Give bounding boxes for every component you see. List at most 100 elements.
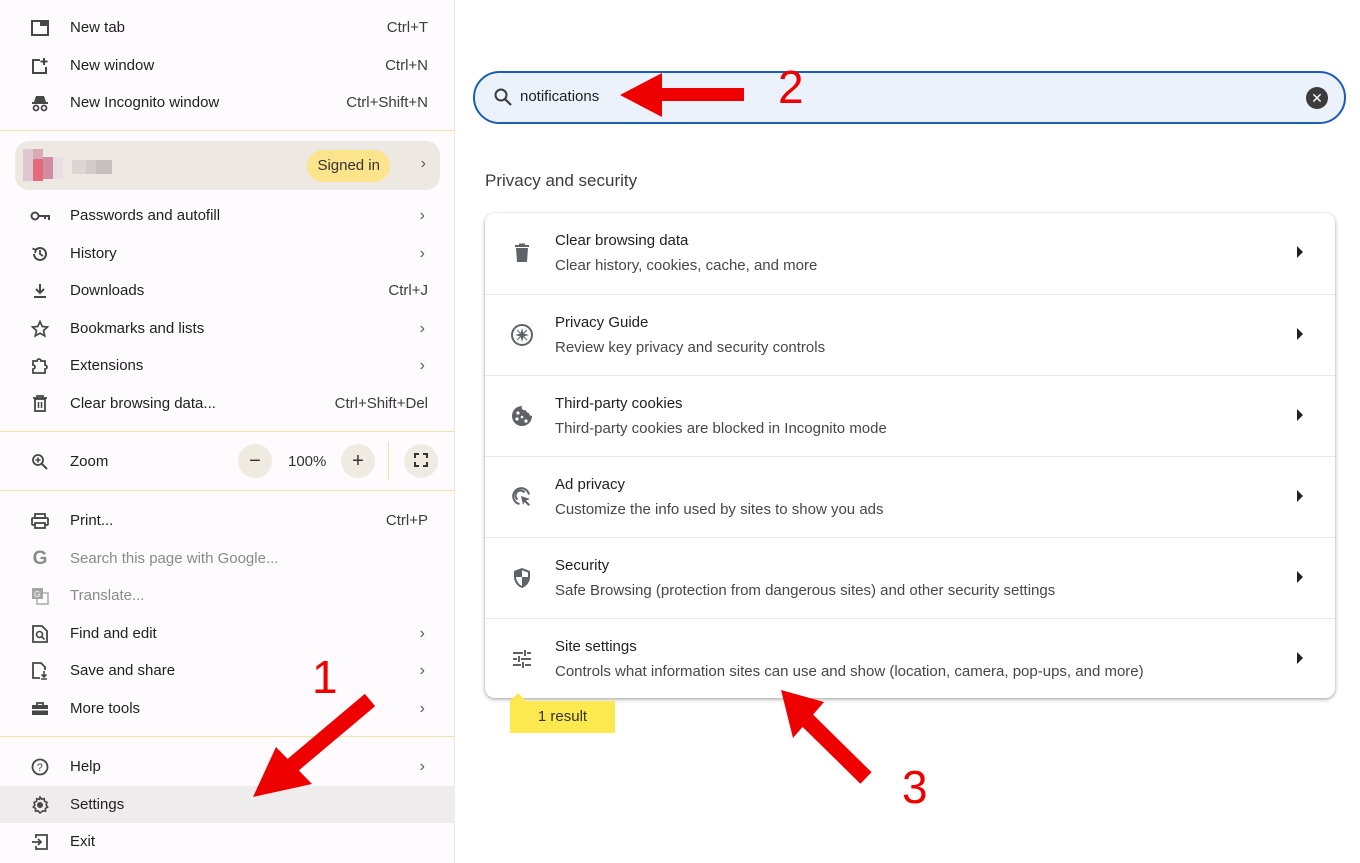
close-icon: ✕: [1311, 89, 1323, 106]
menu-item-new-window[interactable]: New window Ctrl+N: [0, 47, 455, 84]
help-icon: ?: [30, 757, 50, 777]
chevron-right-icon: ›: [419, 661, 425, 679]
download-icon: [30, 281, 50, 301]
settings-row-third-party-cookies[interactable]: Third-party cookies Third-party cookies …: [485, 375, 1335, 456]
annotation-arrow-3: [781, 690, 872, 784]
chevron-right-icon: ›: [419, 356, 425, 374]
key-icon: [30, 206, 50, 226]
shortcut: Ctrl+P: [385, 512, 428, 529]
settings-row-clear-browsing-data[interactable]: Clear browsing data Clear history, cooki…: [485, 213, 1335, 294]
menu-item-find-and-edit[interactable]: Find and edit ›: [0, 615, 455, 652]
zoom-value: 100%: [288, 453, 327, 470]
shortcut: Ctrl+Shift+Del: [334, 395, 428, 412]
search-input[interactable]: notifications: [520, 88, 599, 105]
clear-search-button[interactable]: ✕: [1306, 87, 1328, 109]
chevron-right-icon: ›: [419, 757, 425, 775]
settings-row-security[interactable]: Security Safe Browsing (protection from …: [485, 537, 1335, 618]
row-subtitle: Customize the info used by sites to show…: [555, 501, 884, 518]
menu-item-label: Help: [70, 758, 101, 775]
plus-icon: +: [352, 449, 364, 472]
chevron-right-icon: ›: [419, 624, 425, 642]
menu-item-settings[interactable]: Settings: [0, 786, 455, 823]
menu-item-label: Bookmarks and lists: [70, 320, 205, 337]
menu-separator: [0, 736, 455, 737]
menu-item-translate[interactable]: G Translate...: [0, 577, 455, 614]
shortcut: Ctrl+Shift+N: [346, 94, 428, 111]
zoom-out-button[interactable]: −: [238, 444, 272, 478]
menu-item-label: New window: [70, 57, 155, 74]
menu-item-save-and-share[interactable]: Save and share ›: [0, 652, 455, 689]
row-subtitle: Controls what information sites can use …: [555, 663, 1144, 680]
google-icon: G: [32, 547, 48, 569]
menu-item-label: Exit: [70, 833, 96, 850]
settings-row-ad-privacy[interactable]: Ad privacy Customize the info used by si…: [485, 456, 1335, 537]
compass-icon: [510, 323, 534, 347]
menu-item-history[interactable]: History ›: [0, 235, 455, 272]
menu-item-passwords[interactable]: Passwords and autofill ›: [0, 197, 455, 234]
row-title: Third-party cookies: [555, 395, 683, 412]
menu-item-label: Extensions: [70, 357, 144, 374]
menu-item-exit[interactable]: Exit: [0, 823, 455, 860]
menu-item-help[interactable]: ? Help ›: [0, 748, 455, 785]
menu-item-label: Clear browsing data...: [70, 395, 216, 412]
menu-item-search-with-google[interactable]: G Search this page with Google...: [0, 540, 455, 577]
annotation-step-3: 3: [902, 761, 928, 813]
menu-item-label: New tab: [70, 19, 126, 36]
ad-privacy-icon: [510, 485, 534, 509]
menu-item-print[interactable]: Print... Ctrl+P: [0, 502, 455, 539]
extension-icon: [30, 356, 50, 376]
menu-item-new-tab[interactable]: New tab Ctrl+T: [0, 9, 455, 46]
screen: New tab Ctrl+T New window Ctrl+N New Inc…: [0, 0, 1360, 863]
chevron-right-icon: ›: [419, 244, 425, 262]
annotation-step-2: 2: [778, 61, 804, 113]
row-subtitle: Review key privacy and security controls: [555, 339, 826, 356]
menu-item-downloads[interactable]: Downloads Ctrl+J: [0, 272, 455, 309]
gear-icon: [30, 795, 50, 815]
settings-search-field[interactable]: notifications ✕: [473, 71, 1346, 124]
menu-item-more-tools[interactable]: More tools ›: [0, 690, 455, 727]
minus-icon: −: [249, 449, 261, 472]
settings-row-privacy-guide[interactable]: Privacy Guide Review key privacy and sec…: [485, 294, 1335, 375]
settings-row-site-settings[interactable]: Site settings Controls what information …: [485, 618, 1335, 699]
menu-item-zoom: Zoom: [0, 443, 455, 480]
chevron-right-icon: ›: [419, 699, 425, 717]
menu-item-clear-browsing-data[interactable]: Clear browsing data... Ctrl+Shift+Del: [0, 385, 455, 422]
row-title: Site settings: [555, 638, 637, 655]
menu-item-new-incognito-window[interactable]: New Incognito window Ctrl+Shift+N: [0, 84, 455, 121]
menu-item-label: Downloads: [70, 282, 145, 299]
menu-item-extensions[interactable]: Extensions ›: [0, 347, 455, 384]
zoom-label: Zoom: [70, 453, 109, 470]
new-window-icon: [30, 56, 50, 76]
row-subtitle: Third-party cookies are blocked in Incog…: [555, 420, 887, 437]
print-icon: [30, 511, 50, 531]
trash-icon: [510, 241, 534, 265]
menu-item-label: Find and edit: [70, 625, 157, 642]
profile-row[interactable]: Signed in ›: [15, 141, 440, 190]
arrow-right-icon: [1297, 409, 1303, 421]
row-title: Privacy Guide: [555, 314, 649, 331]
result-badge-pointer: [510, 693, 526, 701]
zoom-in-button[interactable]: +: [341, 444, 375, 478]
fullscreen-button[interactable]: [404, 444, 438, 478]
chevron-right-icon: ›: [419, 206, 425, 224]
menu-item-label: History: [70, 245, 117, 262]
avatar: [23, 149, 63, 181]
zoom-in-icon: [30, 452, 50, 472]
row-title: Ad privacy: [555, 476, 626, 493]
translate-icon: G: [30, 586, 50, 606]
history-icon: [30, 244, 50, 264]
menu-separator: [0, 431, 455, 432]
chevron-right-icon: ›: [420, 155, 426, 172]
incognito-icon: [30, 93, 50, 113]
menu-item-label: Print...: [70, 512, 114, 529]
shortcut: Ctrl+N: [385, 57, 428, 74]
menu-item-bookmarks[interactable]: Bookmarks and lists ›: [0, 310, 455, 347]
shortcut: Ctrl+J: [388, 282, 428, 299]
menu-item-label: Search this page with Google...: [70, 550, 279, 567]
privacy-security-card: Clear browsing data Clear history, cooki…: [485, 213, 1335, 698]
fullscreen-icon: [414, 450, 428, 473]
find-icon: [30, 624, 50, 644]
svg-text:?: ?: [37, 762, 43, 774]
row-subtitle: Clear history, cookies, cache, and more: [555, 257, 818, 274]
trash-icon: [30, 394, 50, 414]
